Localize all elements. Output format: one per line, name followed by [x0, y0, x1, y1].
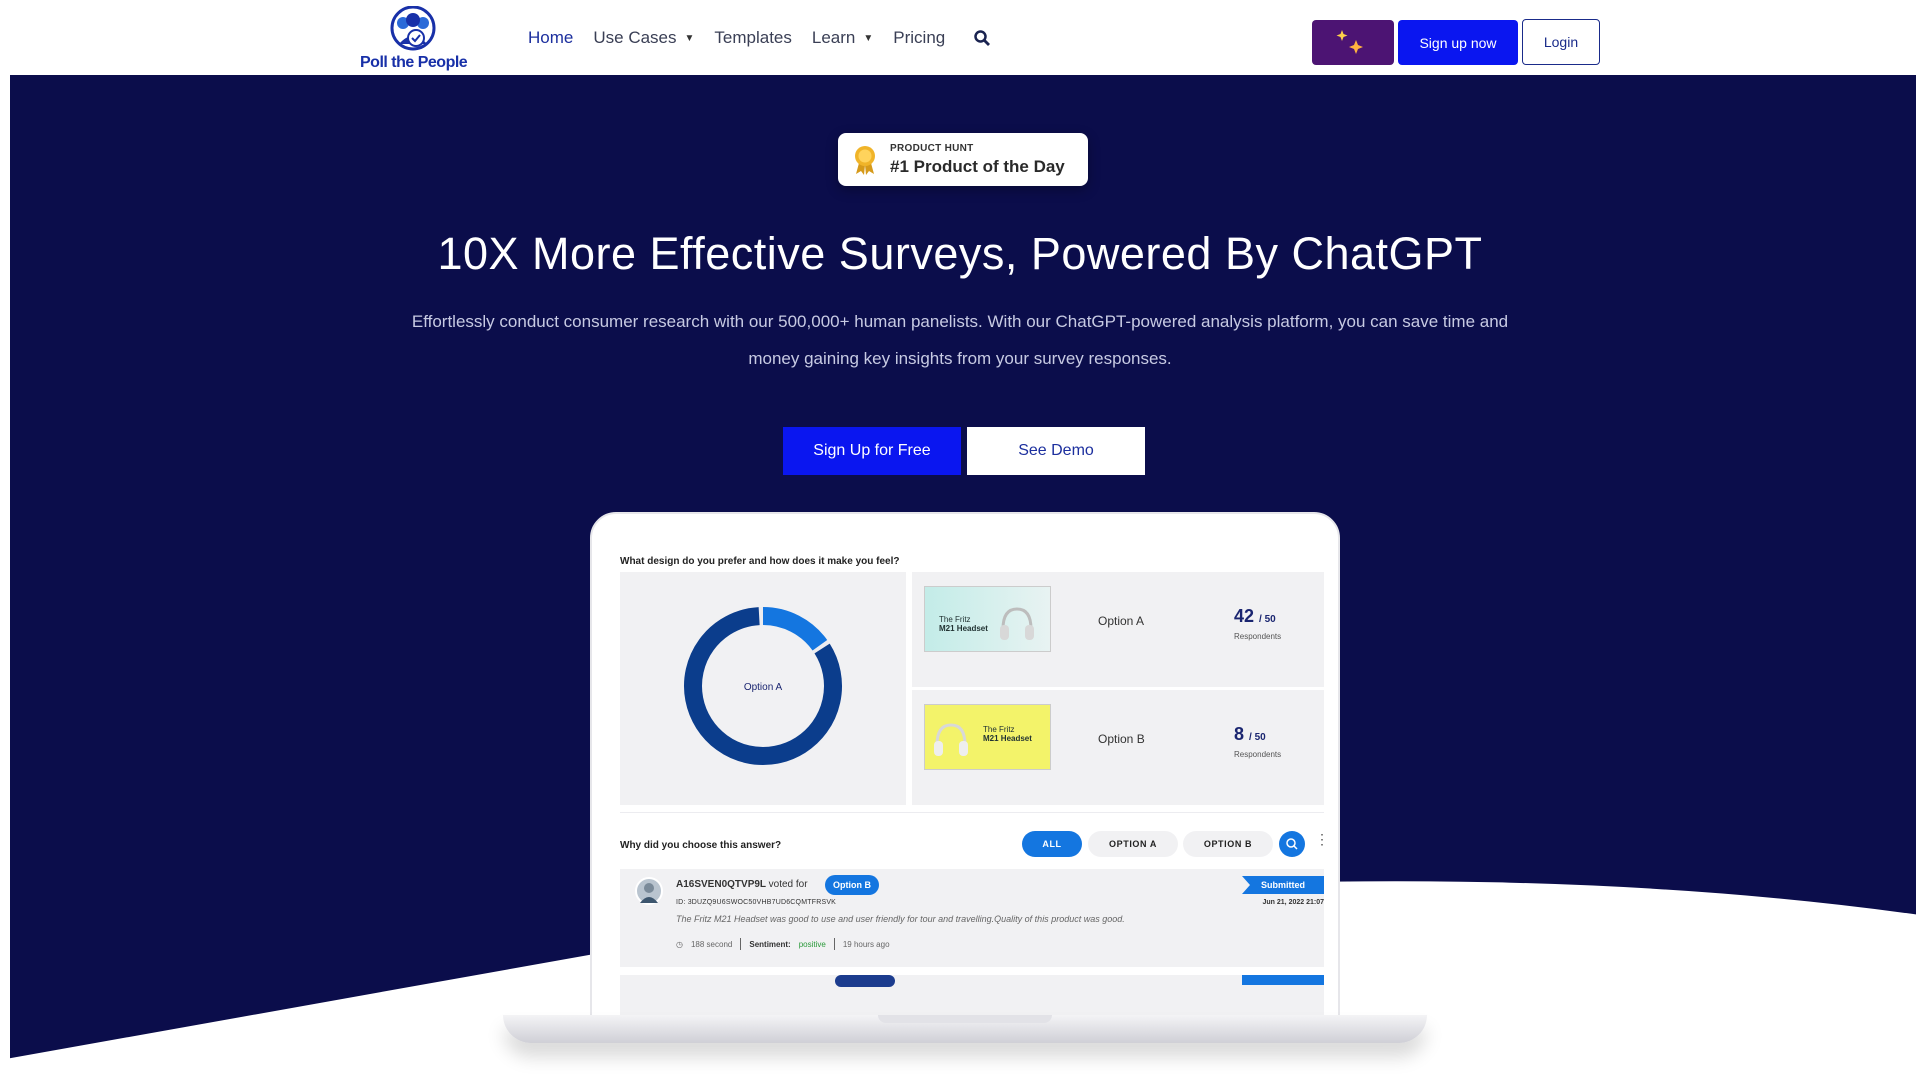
medal-icon: [855, 146, 875, 175]
logo-mark-icon: [390, 6, 436, 51]
question-1: What design do you prefer and how does i…: [620, 556, 900, 567]
ai-sparkle-button[interactable]: [1312, 20, 1394, 65]
option-b-respondents: Respondents: [1234, 750, 1282, 759]
nav-pricing[interactable]: Pricing: [893, 28, 945, 48]
option-a-label: Option A: [1098, 614, 1145, 628]
nav-pricing-label: Pricing: [893, 28, 946, 47]
nav-learn-label: Learn: [811, 28, 856, 47]
user-avatar-icon: [640, 883, 658, 903]
response-option-tag-partial: [835, 975, 895, 987]
nav-learn[interactable]: Learn ▼: [812, 28, 873, 48]
donut-center-label: Option A: [744, 682, 783, 693]
clock-icon: ◷: [676, 939, 683, 949]
response-card-partial: [620, 975, 1324, 1015]
nav-templates-label: Templates: [714, 28, 792, 47]
response-duration: 188 second: [690, 939, 733, 949]
caret-down-icon: ▼: [684, 32, 695, 44]
nav-home[interactable]: Home: [528, 28, 573, 48]
poll-the-people-logo[interactable]: Poll the People: [358, 6, 473, 71]
option-b-card[interactable]: The Fritz M21 Headset Option B 8 / 50 Res…: [912, 690, 1324, 805]
login-button[interactable]: Login: [1522, 19, 1600, 65]
response-text: The Fritz M21 Headset was good to use an…: [676, 914, 1125, 924]
badge-big-text: #1 Product of the Day: [890, 157, 1065, 176]
status-badge: Submitted: [1242, 876, 1324, 894]
more-options-icon[interactable]: ⋮: [1315, 832, 1329, 846]
response-id: ID: 3DUZQ9U6SWOC50VHB7UD6CQMTFRSVK: [676, 899, 837, 906]
sentiment-value: positive: [798, 939, 826, 949]
response-card[interactable]: A16SVEN0QTVP9L voted for Option B ID: 3D…: [620, 869, 1324, 967]
divider: [620, 812, 1324, 813]
option-b-image-title: The Fritz M21 Headset: [983, 725, 1032, 743]
response-option-tag: Option B: [825, 875, 879, 895]
headphone-icon: [934, 723, 968, 756]
sign-up-free-button[interactable]: Sign Up for Free: [783, 427, 961, 475]
filter-all[interactable]: ALL: [1022, 831, 1082, 857]
option-b-image: The Fritz M21 Headset: [924, 704, 1051, 770]
hero-subtitle: Effortlessly conduct consumer research w…: [411, 312, 1509, 368]
filter-option-b[interactable]: OPTION B: [1183, 831, 1273, 857]
submit-date: Jun 21, 2022 21:07: [1262, 899, 1325, 906]
nav-use-cases-label: Use Cases: [593, 28, 677, 47]
option-b-label: Option B: [1098, 732, 1145, 746]
avatar: [635, 877, 663, 905]
search-icon[interactable]: [973, 29, 991, 47]
nav-templates[interactable]: Templates: [714, 28, 791, 48]
nav-home-label: Home: [528, 28, 574, 47]
response-user: A16SVEN0QTVP9L voted for: [676, 879, 808, 890]
option-a-count: 42 / 50: [1234, 606, 1276, 626]
product-hunt-badge[interactable]: PRODUCT HUNT #1 Product of the Day: [838, 133, 1088, 186]
option-a-image: The Fritz M21 Headset: [924, 586, 1051, 652]
sentiment-label: Sentiment:: [749, 939, 791, 949]
see-demo-button[interactable]: See Demo: [967, 427, 1145, 475]
option-a-image-title: The Fritz M21 Headset: [939, 615, 988, 633]
logo-text: Poll the People: [360, 54, 468, 71]
status-badge-partial: [1242, 975, 1324, 985]
caret-down-icon: ▼: [863, 32, 874, 44]
option-b-count: 8 / 50: [1234, 724, 1266, 744]
nav-use-cases[interactable]: Use Cases ▼: [593, 28, 694, 48]
response-meta: ◷ 188 second Sentiment: positive 19 hour…: [676, 938, 890, 950]
badge-small-text: PRODUCT HUNT: [890, 143, 974, 154]
option-a-card[interactable]: The Fritz M21 Headset Option A 42 / 50 Re…: [912, 572, 1324, 687]
donut-chart-panel: Option A: [620, 572, 906, 805]
headphone-icon: [1000, 607, 1034, 640]
response-ago: 19 hours ago: [842, 939, 890, 949]
filter-option-a[interactable]: OPTION A: [1088, 831, 1178, 857]
survey-results-screen: What design do you prefer and how does i…: [620, 550, 1329, 1015]
top-navbar: Poll the People Home Use Cases ▼ Template…: [0, 0, 1920, 75]
search-icon: [1286, 838, 1298, 850]
hero-title: 10X More Effective Surveys, Powered By C…: [437, 228, 1483, 279]
nav-links: Home Use Cases ▼ Templates Learn ▼ Pricing: [528, 28, 991, 48]
laptop-mockup: What design do you prefer and how does i…: [590, 512, 1340, 1017]
option-a-respondents: Respondents: [1234, 632, 1282, 641]
donut-chart: Option A: [684, 607, 842, 765]
question-2: Why did you choose this answer?: [620, 840, 782, 851]
sparkle-icon: [1336, 30, 1363, 54]
sign-up-now-button[interactable]: Sign up now: [1398, 20, 1518, 65]
filter-search-button[interactable]: [1279, 831, 1305, 857]
laptop-notch: [878, 1015, 1052, 1023]
